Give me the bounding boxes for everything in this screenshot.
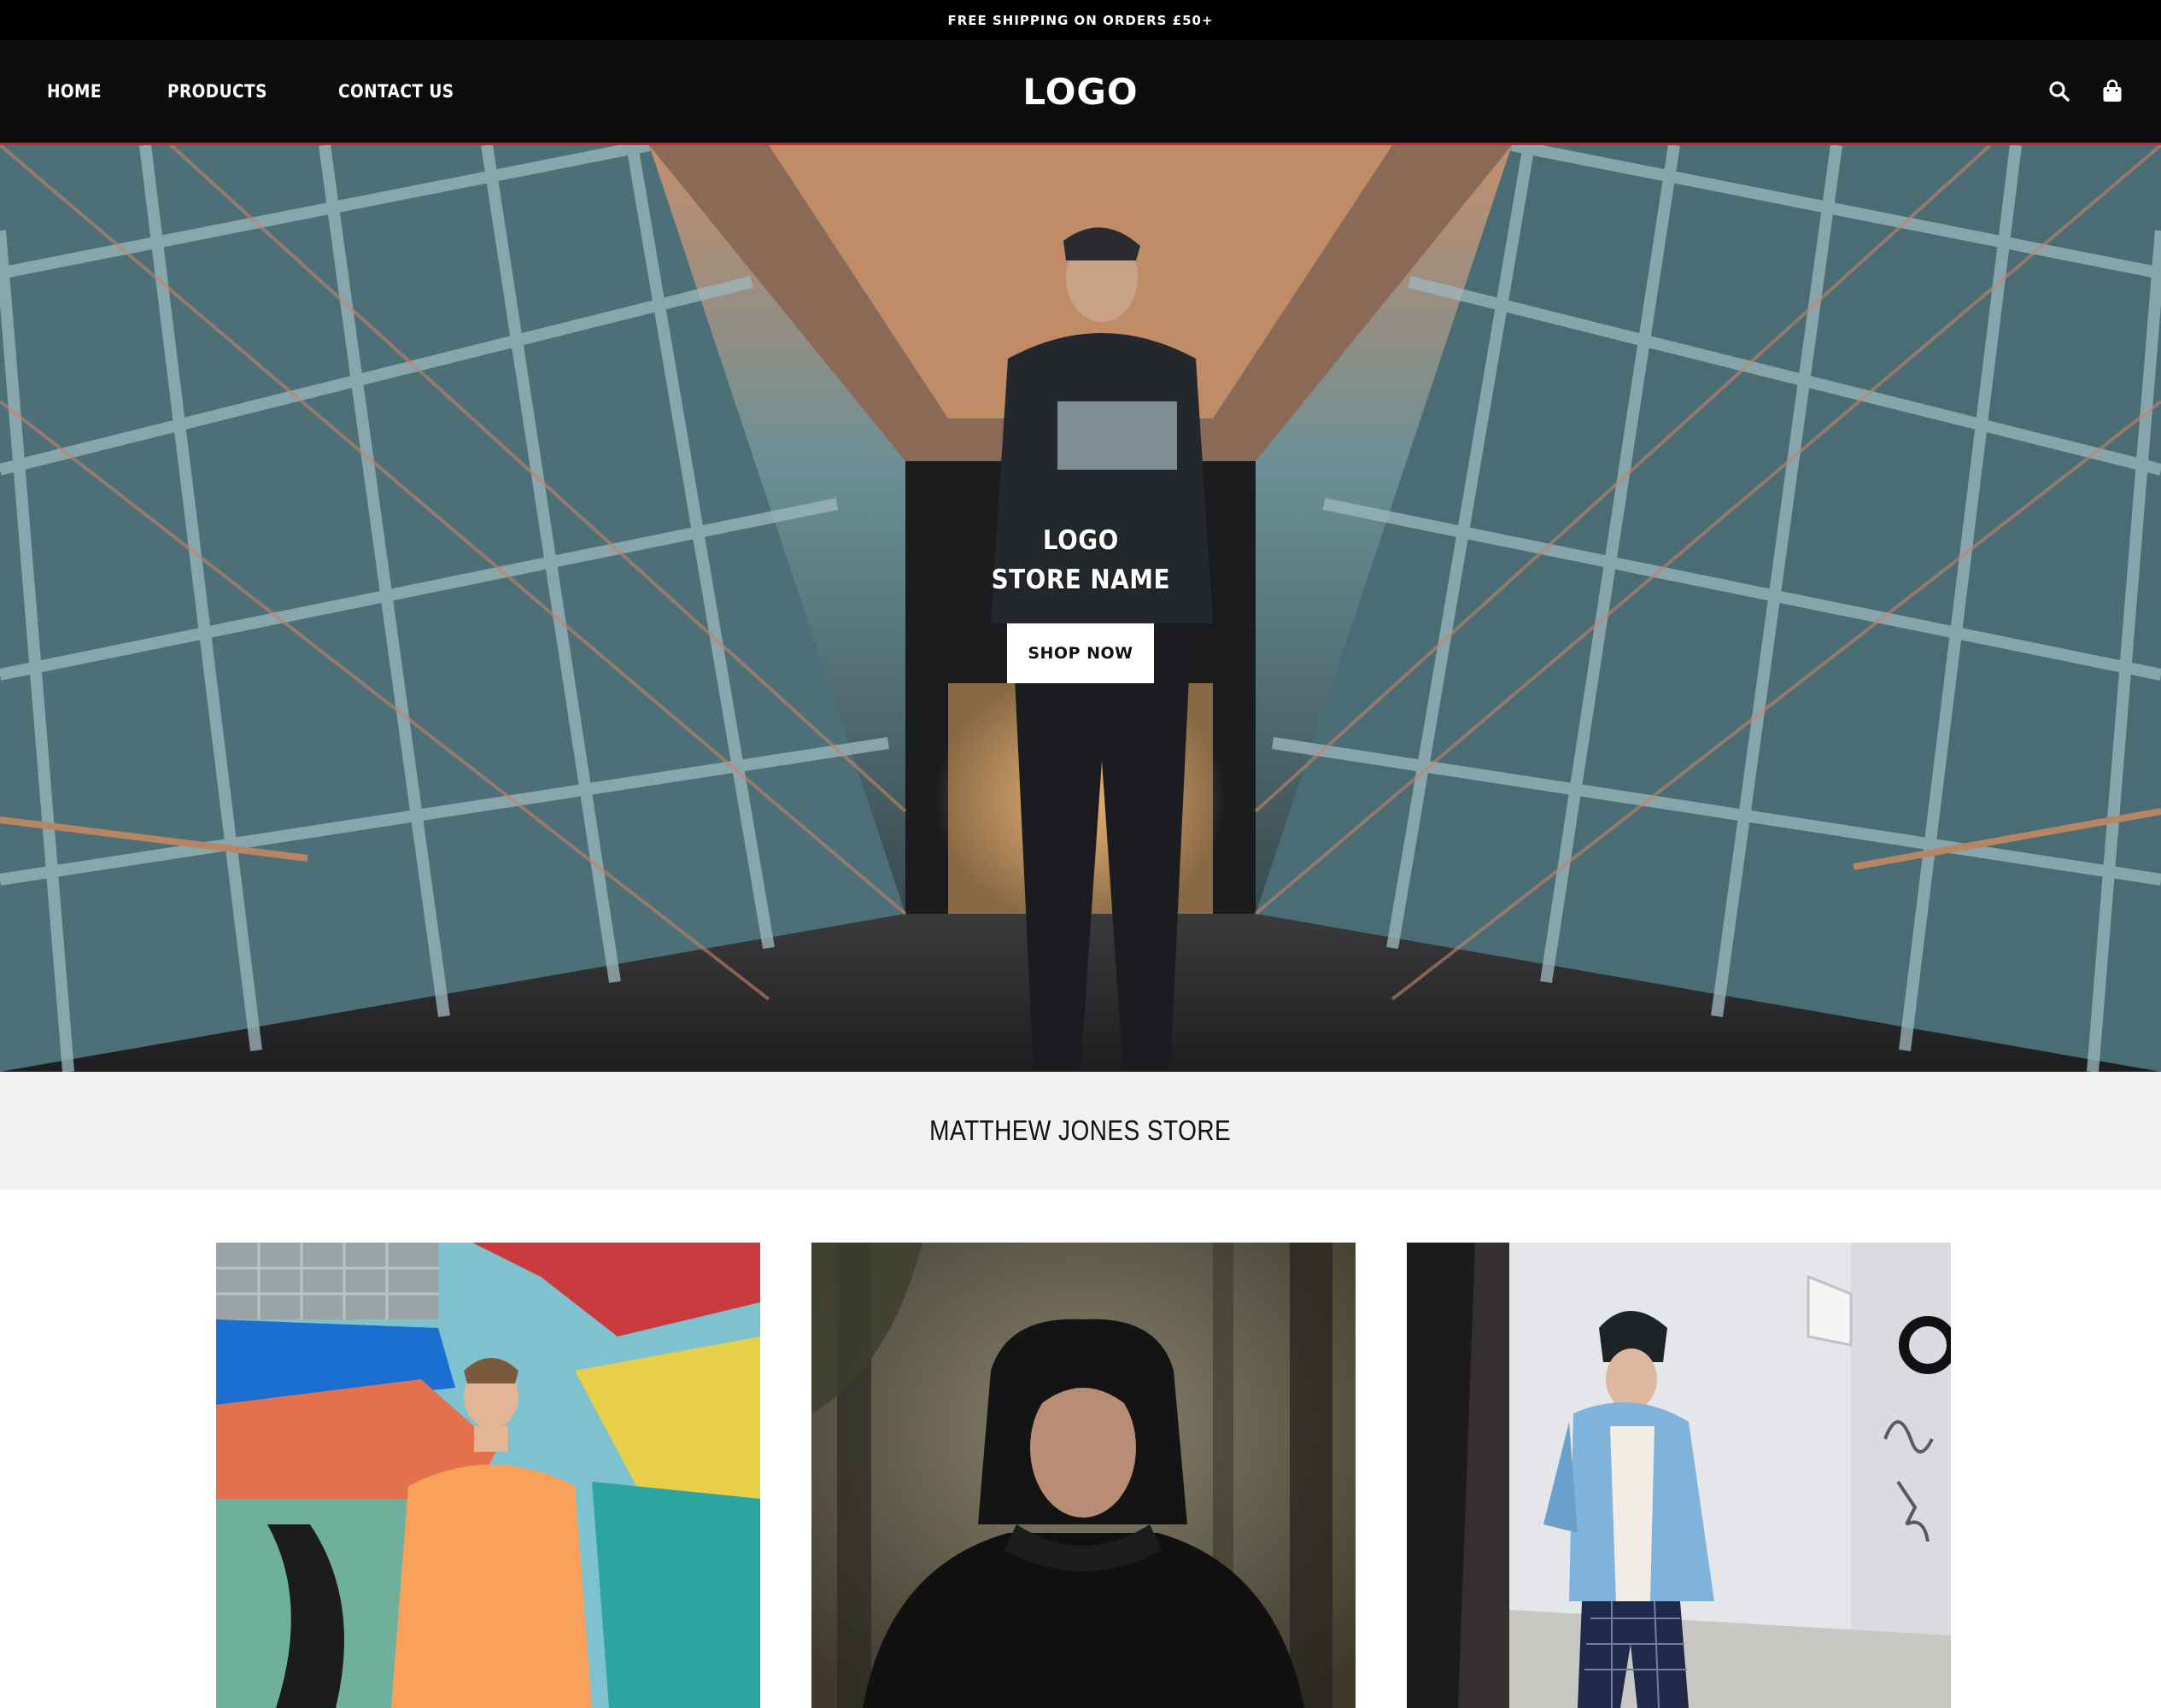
shopping-bag-icon[interactable] (2100, 79, 2125, 104)
store-name-heading: MATTHEW JONES STORE (929, 1114, 1232, 1146)
nav-products-link[interactable]: PRODUCTS (167, 81, 267, 102)
product-image-denim-jacket (1407, 1243, 1951, 1708)
announcement-text: FREE SHIPPING ON ORDERS £50+ (947, 12, 1214, 28)
product-image-black-hoodie (811, 1243, 1356, 1708)
header-actions (2047, 40, 2125, 143)
store-name-band: MATTHEW JONES STORE (0, 1072, 2161, 1190)
product-image-orange-sweatshirt (216, 1243, 760, 1708)
hero-title-line2: STORE NAME (991, 564, 1170, 595)
nav-home-link[interactable]: HOME (47, 81, 102, 102)
hero-banner: LOGO STORE NAME SHOP NOW (0, 145, 2161, 1072)
announcement-bar: FREE SHIPPING ON ORDERS £50+ (0, 0, 2161, 40)
shop-now-button[interactable]: SHOP NOW (1007, 623, 1154, 683)
site-header: HOME PRODUCTS CONTACT US LOGO (0, 40, 2161, 145)
hero-title-line1: LOGO (1042, 525, 1119, 556)
search-icon[interactable] (2047, 79, 2072, 104)
product-card[interactable] (1407, 1243, 1951, 1708)
product-card[interactable] (811, 1243, 1356, 1708)
product-grid (216, 1243, 1951, 1708)
hero-title: LOGO STORE NAME (991, 521, 1169, 600)
hero-content: LOGO STORE NAME SHOP NOW (0, 521, 2161, 683)
product-card[interactable] (216, 1243, 760, 1708)
main-nav: HOME PRODUCTS CONTACT US (47, 40, 528, 143)
nav-contact-link[interactable]: CONTACT US (338, 81, 454, 102)
site-logo[interactable]: LOGO (952, 40, 1209, 143)
